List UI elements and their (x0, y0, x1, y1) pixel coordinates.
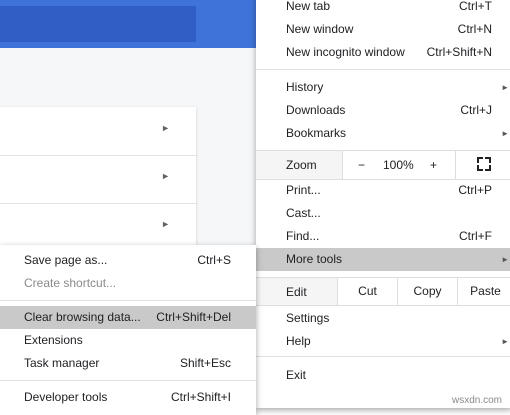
submenu-arrow-icon: ► (501, 83, 509, 92)
browser-main-menu: New tab Ctrl+T New window Ctrl+N New inc… (256, 0, 510, 408)
menu-item-label: Exit (286, 368, 307, 382)
card-row[interactable]: ► (0, 107, 196, 156)
menu-item-shortcut: Ctrl+J (460, 103, 492, 117)
menu-item-label: Cast... (286, 206, 321, 220)
watermark: wsxdn.com (451, 395, 502, 406)
more-tools-submenu: Save page as... Ctrl+S Create shortcut..… (0, 245, 256, 415)
menu-item-downloads[interactable]: Downloads Ctrl+J (256, 99, 510, 122)
menu-item-shortcut: Ctrl+F (459, 229, 492, 243)
menu-item-label: Help (286, 334, 311, 348)
card-row[interactable]: ► (0, 155, 196, 204)
menu-item-label: More tools (286, 252, 343, 266)
menu-item-label: Downloads (286, 103, 346, 117)
menu-item-label: Extensions (24, 333, 83, 347)
submenu-item-extensions[interactable]: Extensions (0, 329, 256, 352)
chevron-right-icon: ► (161, 171, 170, 181)
menu-item-label: New window (286, 22, 354, 36)
menu-item-new-incognito[interactable]: New incognito window Ctrl+Shift+N (256, 41, 510, 64)
menu-item-shortcut: Shift+Esc (179, 356, 231, 370)
cut-button[interactable]: Cut (337, 278, 397, 305)
zoom-in-button[interactable]: + (430, 158, 437, 172)
menu-item-label: Task manager (24, 356, 100, 370)
submenu-item-create-shortcut[interactable]: Create shortcut... (0, 272, 256, 295)
submenu-arrow-icon: ► (501, 337, 509, 346)
edit-label: Edit (286, 285, 307, 299)
submenu-arrow-icon: ► (501, 129, 509, 138)
menu-item-new-tab[interactable]: New tab Ctrl+T (256, 0, 510, 18)
menu-item-history[interactable]: History ► (256, 76, 510, 99)
zoom-controls: − 100% + (342, 151, 510, 179)
menu-item-shortcut: Ctrl+N (457, 22, 492, 36)
chevron-right-icon: ► (161, 123, 170, 133)
menu-item-label: Bookmarks (286, 126, 347, 140)
menu-item-label: Print... (286, 183, 321, 197)
menu-divider (0, 380, 256, 381)
menu-item-label: Create shortcut... (24, 276, 117, 290)
menu-item-settings[interactable]: Settings (256, 307, 510, 330)
menu-item-more-tools[interactable]: More tools ► (256, 248, 510, 271)
menu-item-label: Clear browsing data... (24, 310, 141, 324)
menu-item-shortcut: Ctrl+Shift+Del (156, 310, 231, 324)
menu-item-print[interactable]: Print... Ctrl+P (256, 179, 510, 202)
submenu-item-clear-browsing-data[interactable]: Clear browsing data... Ctrl+Shift+Del (0, 306, 256, 329)
fullscreen-icon[interactable] (477, 157, 491, 171)
menu-item-new-window[interactable]: New window Ctrl+N (256, 18, 510, 41)
submenu-item-save-page[interactable]: Save page as... Ctrl+S (0, 249, 256, 272)
menu-item-shortcut: Ctrl+S (197, 253, 231, 267)
menu-item-label: History (286, 80, 324, 94)
menu-item-label: Save page as... (24, 253, 108, 267)
menu-item-shortcut: Ctrl+T (459, 0, 492, 13)
submenu-item-developer-tools[interactable]: Developer tools Ctrl+Shift+I (0, 386, 256, 409)
menu-item-bookmarks[interactable]: Bookmarks ► (256, 122, 510, 145)
menu-item-shortcut: Ctrl+Shift+N (426, 45, 492, 59)
menu-divider (256, 69, 510, 70)
menu-divider (0, 300, 256, 301)
edit-row: Edit Cut Copy Paste (256, 277, 510, 306)
menu-item-find[interactable]: Find... Ctrl+F (256, 225, 510, 248)
submenu-arrow-icon: ► (501, 255, 509, 264)
menu-item-label: Find... (286, 229, 320, 243)
menu-item-label: New incognito window (286, 45, 405, 59)
menu-item-exit[interactable]: Exit (256, 364, 510, 387)
zoom-out-button[interactable]: − (358, 158, 365, 172)
paste-button[interactable]: Paste (457, 278, 510, 305)
zoom-divider (455, 151, 456, 179)
menu-item-label: Settings (286, 311, 330, 325)
menu-item-help[interactable]: Help ► (256, 330, 510, 353)
submenu-item-task-manager[interactable]: Task manager Shift+Esc (0, 352, 256, 375)
zoom-row: Zoom − 100% + (256, 150, 510, 180)
chevron-right-icon: ► (161, 219, 170, 229)
copy-button[interactable]: Copy (397, 278, 457, 305)
zoom-level: 100% (383, 158, 414, 172)
menu-divider (256, 356, 510, 357)
header-search-bar[interactable] (0, 6, 196, 42)
menu-item-label: Developer tools (24, 390, 108, 404)
zoom-label: Zoom (286, 158, 317, 172)
menu-item-cast[interactable]: Cast... (256, 202, 510, 225)
menu-item-label: New tab (286, 0, 331, 13)
menu-item-shortcut: Ctrl+Shift+I (170, 390, 231, 404)
menu-item-shortcut: Ctrl+P (458, 183, 492, 197)
